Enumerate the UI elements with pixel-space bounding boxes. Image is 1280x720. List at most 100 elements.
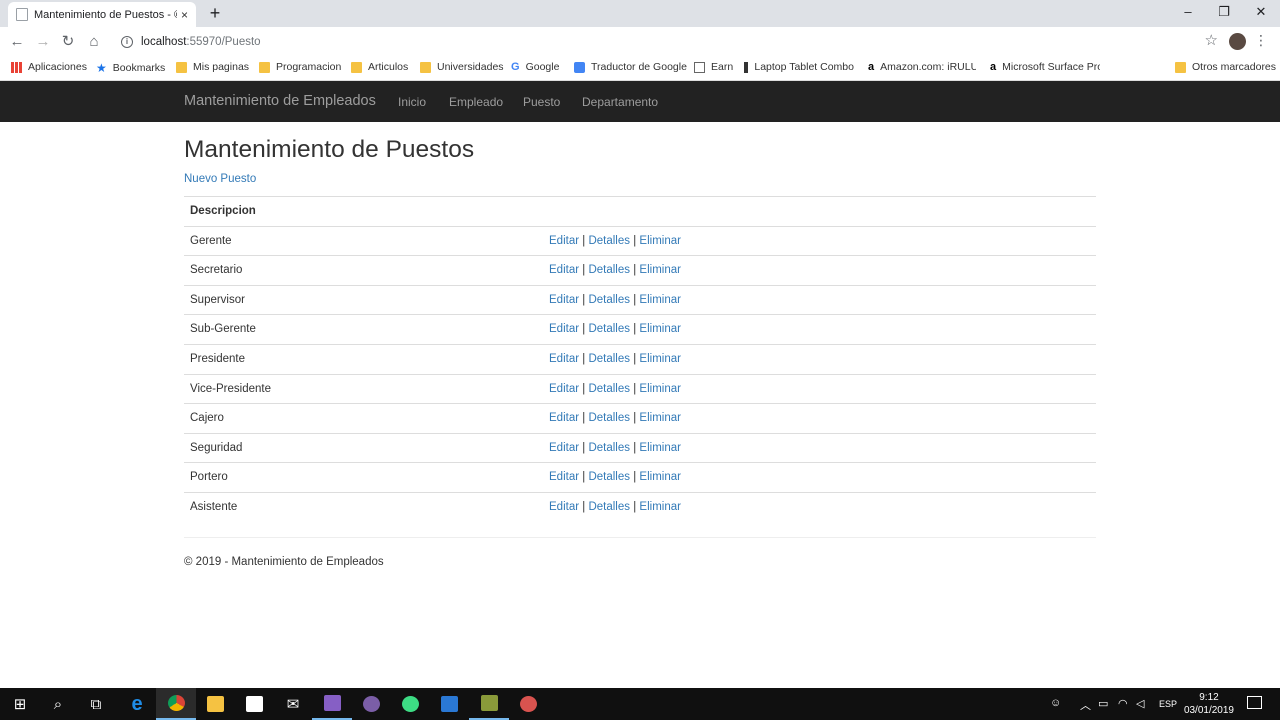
details-link[interactable]: Detalles (588, 442, 630, 454)
people-icon[interactable]: ☺ (1050, 697, 1061, 709)
edit-link[interactable]: Editar (549, 264, 579, 276)
browser-tab[interactable]: Mantenimiento de Puestos - © 2 × (8, 2, 196, 27)
close-window-button[interactable]: ✕ (1243, 3, 1279, 23)
bookmark-item[interactable]: Earn (694, 61, 733, 73)
details-link[interactable]: Detalles (588, 501, 630, 513)
visual-studio-app[interactable] (312, 688, 352, 720)
task-view-button[interactable]: ⧉ (76, 688, 116, 720)
details-link[interactable]: Detalles (588, 383, 630, 395)
info-icon[interactable]: i (121, 35, 133, 48)
details-link[interactable]: Detalles (588, 412, 630, 424)
tray-chevron-icon[interactable]: ︿ (1080, 697, 1091, 713)
bookmark-item[interactable]: Mis paginas (176, 61, 249, 73)
back-button[interactable]: ← (7, 32, 27, 52)
nav-link-empleado[interactable]: Empleado (449, 95, 503, 109)
notifications-icon[interactable] (1247, 696, 1262, 709)
delete-link[interactable]: Eliminar (639, 471, 681, 483)
delete-link[interactable]: Eliminar (639, 442, 681, 454)
edit-link[interactable]: Editar (549, 412, 579, 424)
edit-link[interactable]: Editar (549, 442, 579, 454)
puesto-descripcion: Sub-Gerente (190, 323, 256, 336)
details-link[interactable]: Detalles (588, 264, 630, 276)
address-bar[interactable]: i localhost:55970/Puesto (112, 30, 1224, 53)
row-actions: Editar | Detalles | Eliminar (549, 383, 681, 395)
edit-link[interactable]: Editar (549, 383, 579, 395)
laptop-icon (744, 61, 749, 73)
delete-link[interactable]: Eliminar (639, 235, 681, 247)
edge-app[interactable]: e (117, 688, 157, 720)
bookmark-item[interactable]: Traductor de Google (574, 61, 687, 73)
edit-link[interactable]: Editar (549, 501, 579, 513)
delete-link[interactable]: Eliminar (639, 264, 681, 276)
search-icon: ⌕ (53, 695, 63, 713)
chrome-app[interactable] (156, 688, 196, 720)
bookmark-item[interactable]: Aplicaciones (11, 61, 87, 73)
details-link[interactable]: Detalles (588, 235, 630, 247)
minimize-button[interactable]: – (1170, 3, 1206, 23)
details-link[interactable]: Detalles (588, 471, 630, 483)
store-app[interactable] (234, 688, 274, 720)
delete-link[interactable]: Eliminar (639, 323, 681, 335)
bookmark-item[interactable]: Articulos (351, 61, 408, 73)
search-button[interactable]: ⌕ (38, 688, 78, 720)
bookmark-item[interactable]: a Amazon.com: iRULU (868, 61, 976, 73)
nav-link-inicio[interactable]: Inicio (398, 95, 426, 109)
column-header-descripcion: Descripcion (190, 205, 256, 217)
bookmark-item[interactable]: Universidades (420, 61, 504, 73)
table-row: Sub-Gerente Editar | Detalles | Eliminar (184, 314, 1096, 344)
battery-icon[interactable]: ▭ (1098, 697, 1108, 710)
bookmark-item[interactable]: Programacion (259, 61, 341, 73)
reload-button[interactable]: ↻ (58, 32, 78, 52)
restore-button[interactable]: ❐ (1206, 3, 1242, 23)
delete-link[interactable]: Eliminar (639, 412, 681, 424)
profile-avatar[interactable] (1229, 33, 1246, 50)
download-app[interactable] (429, 688, 469, 720)
app-circle[interactable] (351, 688, 391, 720)
edit-link[interactable]: Editar (549, 294, 579, 306)
tools-app[interactable] (469, 688, 509, 720)
row-actions: Editar | Detalles | Eliminar (549, 412, 681, 424)
edit-link[interactable]: Editar (549, 353, 579, 365)
action-separator: | (633, 471, 637, 484)
file-explorer-app[interactable] (195, 688, 235, 720)
bookmark-item[interactable]: ★ Bookmarks (96, 61, 165, 75)
android-studio-app[interactable] (390, 688, 430, 720)
start-button[interactable]: ⊞ (0, 688, 40, 720)
table-header-row: Descripcion (184, 196, 1096, 226)
mail-app[interactable]: ✉ (273, 688, 313, 720)
bookmark-star-icon[interactable]: ☆ (1205, 31, 1218, 49)
details-link[interactable]: Detalles (588, 294, 630, 306)
browser-menu-icon[interactable]: ⋮ (1254, 32, 1268, 49)
bookmark-label: Laptop Tablet Combo (754, 61, 854, 73)
bookmark-item[interactable]: a Microsoft Surface Pro (990, 61, 1100, 73)
edit-link[interactable]: Editar (549, 235, 579, 247)
nav-link-puesto[interactable]: Puesto (523, 95, 560, 109)
paint-app[interactable] (508, 688, 548, 720)
nav-link-departamento[interactable]: Departamento (582, 95, 658, 109)
wifi-icon[interactable]: ◠ (1118, 697, 1128, 710)
language-indicator[interactable]: ESP (1159, 699, 1177, 709)
action-separator: | (582, 352, 586, 365)
home-button[interactable]: ⌂ (84, 32, 104, 52)
tab-close-icon[interactable]: × (181, 8, 188, 22)
delete-link[interactable]: Eliminar (639, 294, 681, 306)
translate-icon (574, 61, 585, 73)
new-tab-button[interactable]: + (204, 3, 226, 23)
bookmark-item[interactable]: G Google (511, 61, 559, 73)
action-separator: | (633, 234, 637, 247)
bookmark-item[interactable]: Laptop Tablet Combo (744, 61, 854, 73)
delete-link[interactable]: Eliminar (639, 383, 681, 395)
details-link[interactable]: Detalles (588, 353, 630, 365)
bookmark-item[interactable]: Otros marcadores (1175, 61, 1276, 73)
delete-link[interactable]: Eliminar (639, 501, 681, 513)
details-link[interactable]: Detalles (588, 323, 630, 335)
edit-link[interactable]: Editar (549, 323, 579, 335)
taskbar-clock[interactable]: 9:12 03/01/2019 (1184, 691, 1234, 717)
bookmark-label: Aplicaciones (28, 61, 87, 73)
forward-button[interactable]: → (33, 32, 53, 52)
navbar-brand[interactable]: Mantenimiento de Empleados (184, 93, 376, 109)
new-puesto-link[interactable]: Nuevo Puesto (184, 173, 256, 185)
delete-link[interactable]: Eliminar (639, 353, 681, 365)
edit-link[interactable]: Editar (549, 471, 579, 483)
volume-icon[interactable]: ◁ (1136, 697, 1144, 710)
